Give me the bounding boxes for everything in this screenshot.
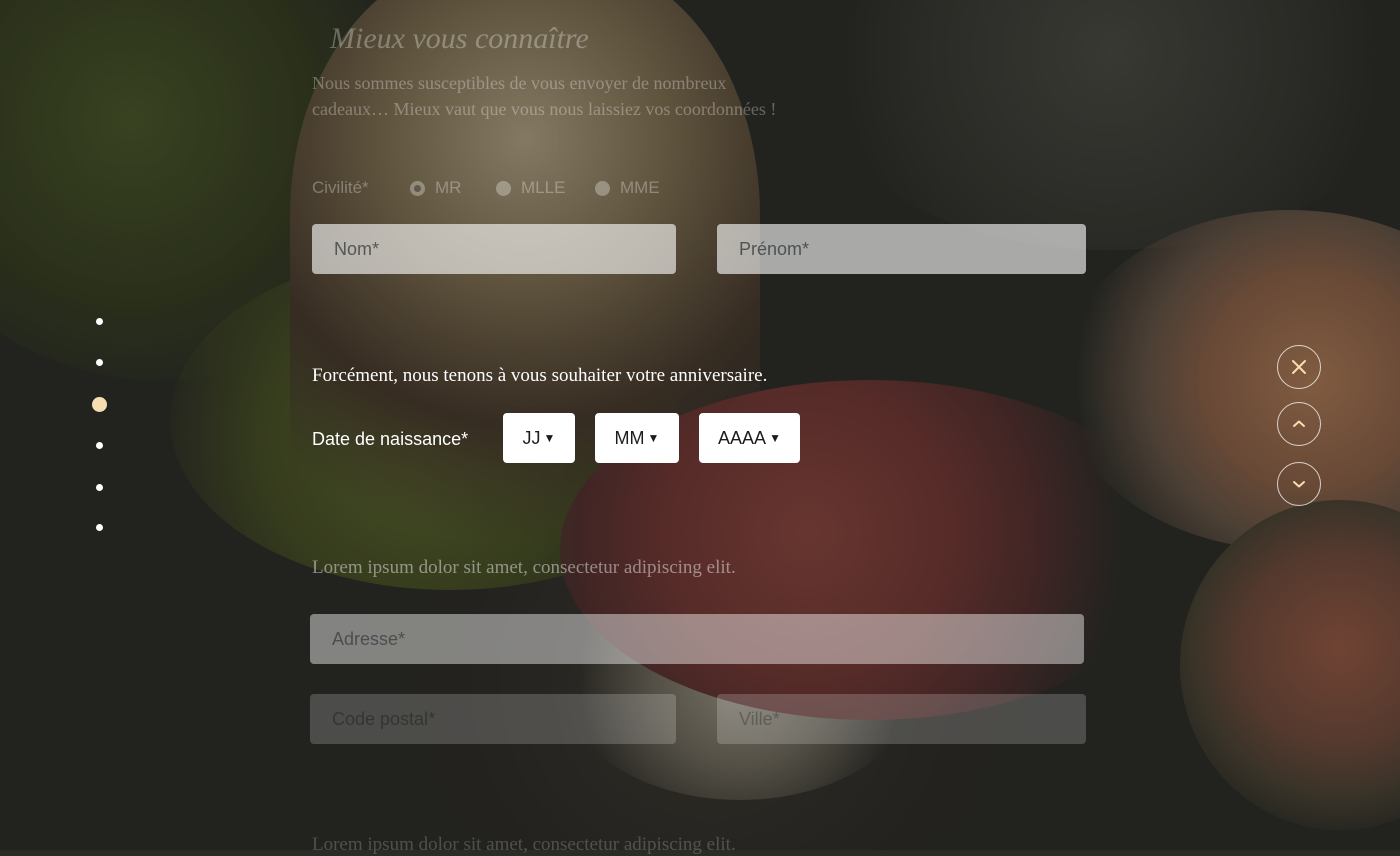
- next-section-intro: Lorem ipsum dolor sit amet, consectetur …: [312, 834, 736, 855]
- birthday-intro: Forcément, nous tenons à vous souhaiter …: [312, 365, 768, 386]
- chevron-up-icon: [1293, 420, 1305, 427]
- civility-radio-mme[interactable]: MME: [595, 178, 660, 198]
- previous-section-button[interactable]: [1277, 402, 1321, 446]
- section-identity: Mieux vous connaître Nous sommes suscept…: [0, 0, 1400, 290]
- birth-day-select[interactable]: JJ ▼: [503, 413, 575, 463]
- pager-dot[interactable]: [96, 442, 103, 449]
- select-value: JJ: [522, 428, 541, 448]
- radio-label: MR: [435, 178, 462, 197]
- postal-code-input[interactable]: Code postal*: [310, 694, 676, 744]
- pager-dot[interactable]: [96, 318, 103, 325]
- chevron-down-icon: [1293, 481, 1305, 488]
- pager-dot[interactable]: [96, 484, 103, 491]
- dropdown-arrow-icon: ▼: [647, 431, 660, 445]
- pager-dot[interactable]: [96, 524, 103, 531]
- birth-month-select[interactable]: MM ▼: [595, 413, 679, 463]
- civility-radio-mlle[interactable]: MLLE: [496, 178, 565, 198]
- select-value: MM: [614, 428, 645, 448]
- select-value: AAAA: [718, 428, 767, 448]
- pager-dot-active[interactable]: [92, 397, 107, 412]
- dropdown-arrow-icon: ▼: [769, 431, 781, 445]
- close-icon: [1292, 360, 1306, 374]
- lastname-input[interactable]: Nom*: [312, 224, 676, 274]
- radio-icon: [595, 180, 610, 196]
- section-heading: Mieux vous connaître: [330, 22, 589, 55]
- radio-label: MME: [620, 178, 660, 197]
- radio-label: MLLE: [521, 178, 566, 197]
- address-input[interactable]: Adresse*: [310, 614, 1084, 664]
- firstname-input[interactable]: Prénom*: [717, 224, 1086, 274]
- birth-year-select[interactable]: AAAA ▼: [699, 413, 800, 463]
- address-intro: Lorem ipsum dolor sit amet, consectetur …: [312, 557, 736, 578]
- close-button[interactable]: [1277, 345, 1321, 389]
- pager-dot[interactable]: [96, 359, 103, 366]
- radio-icon: [496, 180, 511, 196]
- birthdate-label: Date de naissance*: [312, 429, 469, 449]
- city-input[interactable]: Ville*: [717, 694, 1086, 744]
- section-intro: Nous sommes susceptibles de vous envoyer…: [312, 73, 777, 119]
- civility-radio-mr[interactable]: MR: [410, 178, 461, 198]
- radio-selected-icon: [410, 180, 425, 196]
- civility-label: Civilité*: [312, 178, 369, 197]
- dropdown-arrow-icon: ▼: [543, 431, 556, 445]
- next-section-button[interactable]: [1277, 462, 1321, 506]
